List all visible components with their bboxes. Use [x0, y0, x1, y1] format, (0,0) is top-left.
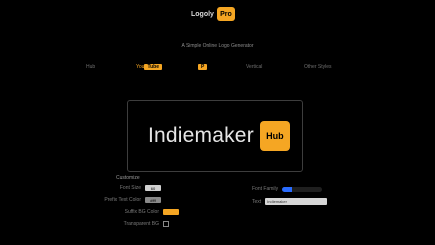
- preview-prefix-text: Indiemaker: [148, 124, 254, 147]
- transparent-bg-checkbox[interactable]: [163, 221, 169, 227]
- logo-box: Pro: [216, 7, 235, 21]
- nav-item-p-highlight: P: [198, 64, 208, 70]
- nav-item-youtube[interactable]: You Tube: [136, 64, 163, 70]
- transparent-bg-label: Transparent BG: [123, 221, 159, 227]
- transparent-bg-row: Transparent BG: [103, 221, 169, 227]
- tagline: A Simple Online Logo Generator: [181, 43, 254, 49]
- suffix-bg-row: Suffix BG Color: [103, 209, 179, 215]
- text-input[interactable]: Indiemaker: [265, 198, 328, 205]
- suffix-bg-label: Suffix BG Color: [124, 209, 159, 215]
- prefix-color-row: Prefix Text Color #fff: [103, 197, 161, 203]
- font-family-select[interactable]: [282, 186, 323, 192]
- controls-title: Customize: [116, 175, 140, 181]
- font-size-input[interactable]: 60: [145, 185, 161, 191]
- text-label: Text: [252, 198, 262, 205]
- prefix-color-input[interactable]: #fff: [145, 197, 161, 203]
- suffix-bg-swatch[interactable]: [163, 209, 179, 215]
- nav-item-youtube-prefix: You: [136, 64, 145, 70]
- font-family-row: Font Family: [252, 186, 323, 192]
- nav-item-p[interactable]: P: [198, 64, 208, 70]
- nav-item-hub[interactable]: Hub: [86, 64, 95, 70]
- logo-preview: Indiemaker Hub: [148, 121, 290, 151]
- nav-item-youtube-highlight: Tube: [144, 64, 163, 70]
- text-row: Text Indiemaker: [252, 198, 328, 205]
- nav-item-vertical[interactable]: Vertical: [246, 64, 262, 70]
- style-nav: Hub You Tube P Vertical Other Styles: [86, 64, 348, 76]
- preview-suffix-box: Hub: [259, 121, 290, 151]
- font-family-label: Font Family: [252, 186, 279, 192]
- font-size-label: Font Size: [119, 185, 141, 191]
- nav-item-other-styles[interactable]: Other Styles: [304, 64, 332, 70]
- font-size-row: Font Size 60: [103, 185, 161, 191]
- logo-text: Logoly: [191, 10, 214, 18]
- prefix-color-label: Prefix Text Color: [104, 197, 141, 203]
- logo[interactable]: Logoly Pro: [191, 7, 235, 21]
